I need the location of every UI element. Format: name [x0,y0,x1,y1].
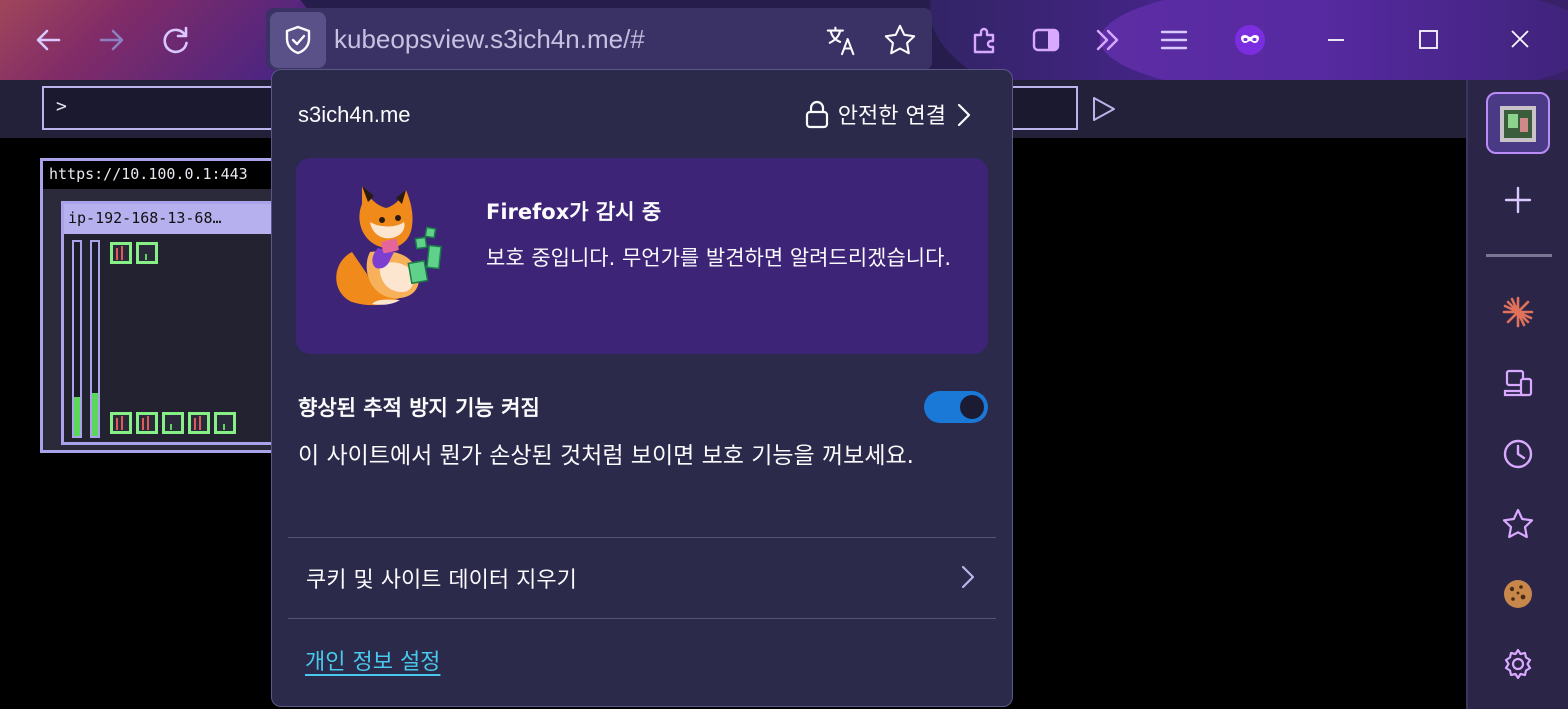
fox-illustration [336,186,442,306]
cookie-icon [1504,580,1532,608]
translate-button[interactable] [824,22,860,58]
settings-gear-icon [1504,648,1532,680]
divider [288,618,996,619]
tracking-protection-button[interactable] [270,12,326,68]
toggle-knob [960,395,984,419]
lock-icon [805,100,828,129]
browser-sidebar [1466,80,1568,709]
sidebar-bookmarks-button[interactable] [1490,496,1546,552]
minimize-icon [1328,39,1344,41]
reload-icon [163,26,188,54]
extensions-button[interactable] [962,18,1006,62]
sidebar-synced-tabs-button[interactable] [1490,356,1546,412]
translate-icon [826,26,855,56]
private-mask-icon [1235,25,1265,55]
synced-devices-icon [1503,369,1533,397]
extensions-icon [973,27,995,54]
pod[interactable] [214,412,236,434]
etp-toggle[interactable] [924,391,988,423]
command-prompt: > [56,96,67,117]
url-bar[interactable]: kubeopsview.s3ich4n.me/# [266,8,932,70]
close-icon [1511,30,1529,48]
forward-arrow-icon [99,29,124,51]
sidebar-toggle-icon [1032,28,1060,52]
tracking-protection-panel: s3ich4n.me 안전한 연결 Firefox가 감시 중 보호 중입니다.… [271,69,1013,707]
sidebar-settings-button[interactable] [1490,636,1546,692]
overflow-button[interactable] [1086,18,1130,62]
menu-hamburger-icon [1160,30,1188,50]
chevron-right-icon [961,565,975,589]
app-menu-button[interactable] [1152,18,1196,62]
clear-cookies-label: 쿠키 및 사이트 데이터 지우기 [306,568,577,593]
panel-domain: s3ich4n.me [298,102,411,127]
privacy-settings-link[interactable]: 개인 정보 설정 [305,644,440,676]
bookmarks-star-icon [1502,508,1534,539]
sidebar-ai-button[interactable] [1490,284,1546,340]
sidebar-active-tab[interactable] [1486,92,1550,154]
etp-description: 이 사이트에서 뭔가 손상된 것처럼 보이면 보호 기능을 꺼보세요. [298,443,914,469]
sidebar-cookie-button[interactable] [1490,566,1546,622]
node-title: ip-192-168-13-68… [64,204,278,234]
pod[interactable] [110,242,132,264]
ai-sparkle-icon [1502,296,1534,328]
private-browsing-indicator [1228,18,1272,62]
pod[interactable] [110,412,132,434]
bookmark-button[interactable] [882,22,918,58]
reload-button[interactable] [154,18,198,62]
secure-connection-button[interactable]: 안전한 연결 [804,96,946,132]
maximize-button[interactable] [1406,18,1450,62]
url-path: /# [623,24,645,54]
run-play-icon[interactable] [1088,94,1118,124]
sidebar-add-button[interactable] [1490,172,1546,228]
forward-button[interactable] [90,18,134,62]
pod[interactable] [162,412,184,434]
firefox-watching-card: Firefox가 감시 중 보호 중입니다. 무언가를 발견하면 알려드리겠습니… [296,158,988,354]
close-button[interactable] [1498,18,1542,62]
minimize-button[interactable] [1314,18,1358,62]
card-title: Firefox가 감시 중 [486,200,662,224]
secure-connection-label: 안전한 연결 [837,104,946,129]
cluster-title: https://10.100.0.1:443 [43,161,287,189]
url-text[interactable]: kubeopsview.s3ich4n.me/# [334,24,645,55]
sidebar-toggle-button[interactable] [1024,18,1068,62]
sidebar-history-button[interactable] [1490,426,1546,482]
node-box[interactable]: ip-192-168-13-68… [61,201,281,445]
pod[interactable] [136,242,158,264]
back-button[interactable] [26,18,70,62]
maximize-icon [1419,30,1438,49]
sidebar-divider [1486,254,1552,257]
pod[interactable] [188,412,210,434]
browser-window: kubeopsview.s3ich4n.me/# > https://10.10… [0,0,1568,709]
shield-icon [285,25,311,55]
etp-status-title: 향상된 추적 방지 기능 켜짐 [298,396,540,420]
pod[interactable] [136,412,158,434]
card-text: 보호 중입니다. 무언가를 발견하면 알려드리겠습니다. [486,246,952,270]
history-icon [1503,439,1533,469]
title-bar: kubeopsview.s3ich4n.me/# [0,0,1568,80]
cluster-box[interactable]: https://10.100.0.1:443 ip-192-168-13-68… [40,158,290,453]
overflow-chevron-icon [1096,29,1119,51]
cpu-bar [72,240,82,438]
bookmark-star-icon [884,24,916,55]
back-arrow-icon [36,29,61,51]
url-domain: kubeopsview.s3ich4n.me [334,24,624,54]
add-icon [1504,186,1532,214]
clear-cookies-button[interactable]: 쿠키 및 사이트 데이터 지우기 [288,538,996,618]
chevron-right-icon [957,103,971,127]
active-tab-thumbnail-icon [1500,106,1536,142]
memory-bar [90,240,100,438]
